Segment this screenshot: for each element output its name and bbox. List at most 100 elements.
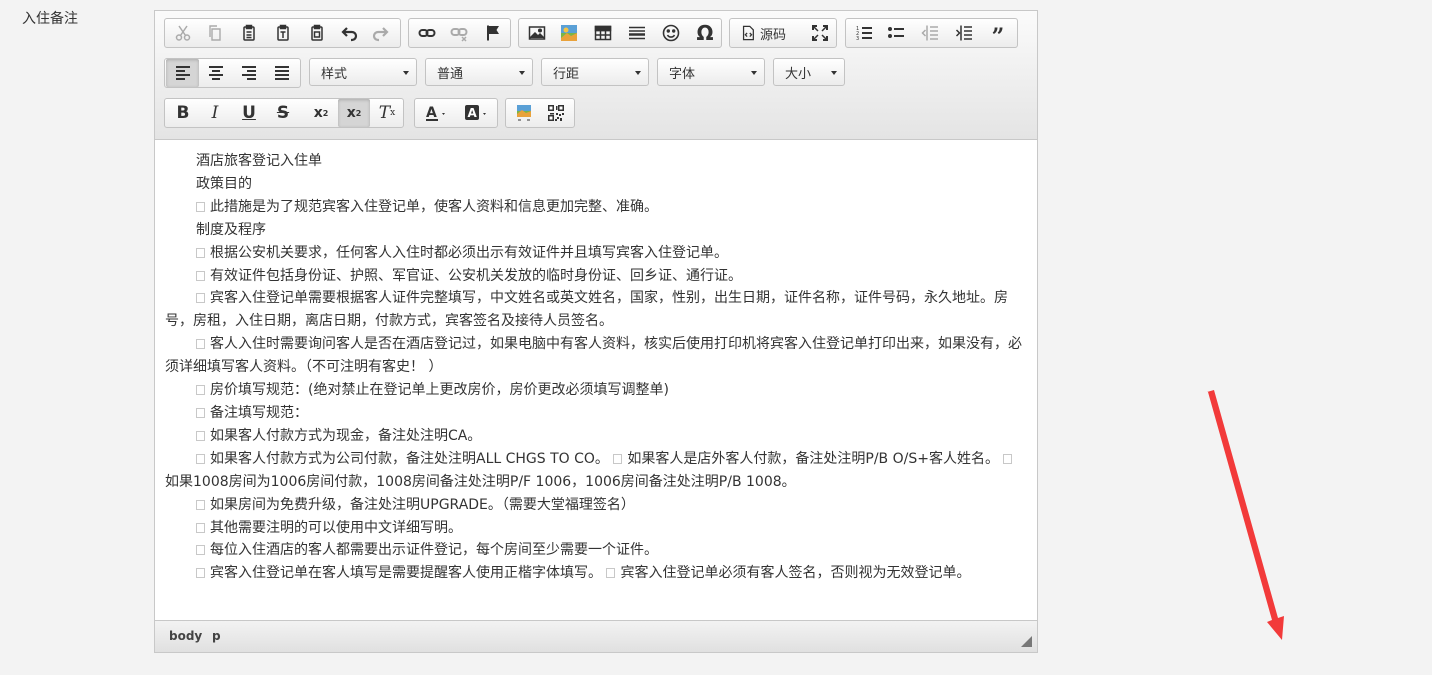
image-map-icon[interactable]: [508, 99, 540, 127]
line-height-select-label: 行距: [553, 66, 580, 82]
paste-icon[interactable]: [233, 19, 265, 47]
bullet-box-icon: [196, 407, 205, 418]
font-select-label: 字体: [669, 66, 696, 82]
size-select[interactable]: 大小: [773, 58, 845, 86]
bullet-box-icon: [1003, 453, 1013, 464]
list-indent-group: 123 ”: [845, 18, 1018, 50]
paste-text-icon[interactable]: [267, 19, 299, 47]
paste-word-icon[interactable]: [301, 19, 333, 47]
text-color-icon[interactable]: A: [417, 99, 457, 127]
bullet-box-icon: [196, 430, 205, 441]
rich-text-editor: Ω 源码 123 ” 样式 普通 行距 字体 大小 B I U S x 2 x …: [154, 10, 1038, 653]
redo-icon[interactable]: [365, 19, 397, 47]
paragraph: 有效证件包括身份证、护照、军官证、公安机关发放的临时身份证、回乡证、通行证。: [165, 265, 1027, 288]
bold-icon[interactable]: B: [167, 99, 199, 127]
svg-text:A: A: [468, 106, 478, 120]
maximize-icon[interactable]: [804, 19, 836, 47]
svg-text:3: 3: [856, 36, 859, 42]
paragraph: 宾客入住登记单在客人填写是需要提醒客人使用正楷字体填写。 宾客入住登记单必须有客…: [165, 562, 1027, 585]
editor-toolbar: Ω 源码 123 ” 样式 普通 行距 字体 大小 B I U S x 2 x …: [155, 11, 1037, 140]
font-select[interactable]: 字体: [657, 58, 765, 86]
purpose-heading: 政策目的: [196, 175, 252, 192]
bullet-box-icon: [196, 568, 205, 579]
element-path-p[interactable]: p: [212, 629, 221, 643]
source-icon: [742, 25, 754, 41]
outdent-icon[interactable]: [914, 19, 946, 47]
chevron-down-icon: [403, 71, 409, 75]
procedure-heading: 制度及程序: [196, 221, 266, 238]
resize-handle-icon[interactable]: [1021, 636, 1032, 647]
bullet-box-icon: [196, 545, 205, 556]
blockquote-icon[interactable]: ”: [982, 19, 1014, 50]
bullet-box-icon: [196, 270, 205, 281]
paragraph: 根据公安机关要求，任何客人入住时都必须出示有效证件并且填写宾客入住登记单。: [165, 242, 1027, 265]
flash-media-icon[interactable]: [553, 19, 585, 47]
paragraph: 如果客人付款方式为现金，备注处注明CA。: [165, 425, 1027, 448]
bullet-box-icon: [196, 385, 205, 396]
bullet-box-icon: [196, 522, 205, 533]
extra-group: [505, 98, 575, 128]
align-center-icon[interactable]: [200, 59, 232, 87]
paragraph: 客人入住时需要询问客人是否在酒店登记过，如果电脑中有客人资料，核实后使用打印机将…: [165, 336, 1022, 376]
superscript-icon[interactable]: x2: [338, 99, 370, 127]
paragraph: 房价填写规范：(绝对禁止在登记单上更改房价，房价更改必须填写调整单): [165, 379, 1027, 402]
clipboard-group: [164, 18, 401, 48]
paragraph: 其他需要注明的可以使用中文详细写明。: [165, 517, 1027, 540]
paragraph: 如果房间为免费升级，备注处注明UPGRADE。（需要大堂福理签名）: [165, 494, 1027, 517]
indent-icon[interactable]: [948, 19, 980, 47]
qrcode-icon[interactable]: [540, 99, 572, 127]
editor-statusbar: body p: [155, 620, 1037, 652]
anchor-flag-icon[interactable]: [477, 19, 509, 47]
insert-group: Ω: [518, 18, 722, 48]
cut-icon[interactable]: [167, 19, 199, 47]
chevron-down-icon: [635, 71, 641, 75]
content-title: 酒店旅客登记入住单: [196, 153, 322, 169]
format-select[interactable]: 普通: [425, 58, 533, 86]
undo-icon[interactable]: [333, 19, 365, 47]
bullet-box-icon: [196, 499, 205, 510]
underline-icon[interactable]: U: [233, 99, 265, 127]
source-label: 源码: [760, 27, 787, 43]
bullet-box-icon: [196, 201, 205, 212]
bullet-box-icon: [606, 568, 616, 579]
table-icon[interactable]: [587, 19, 619, 47]
line-height-select[interactable]: 行距: [541, 58, 649, 86]
italic-icon[interactable]: I: [199, 99, 231, 127]
copy-icon[interactable]: [199, 19, 231, 47]
paragraph: 备注填写规范：: [165, 402, 1027, 425]
align-left-icon[interactable]: [166, 59, 199, 87]
subscript-icon[interactable]: x2: [305, 99, 337, 127]
special-char-icon[interactable]: Ω: [689, 19, 721, 47]
image-icon[interactable]: [521, 19, 553, 47]
bullet-box-icon: [196, 453, 205, 464]
emoticon-icon[interactable]: [655, 19, 687, 47]
format-select-label: 普通: [437, 66, 464, 82]
chevron-down-icon: [751, 71, 757, 75]
size-select-label: 大小: [785, 66, 812, 82]
bulleted-list-icon[interactable]: [880, 19, 912, 47]
chevron-down-icon: [519, 71, 525, 75]
source-button[interactable]: 源码: [732, 19, 794, 47]
element-path-body[interactable]: body: [169, 629, 202, 643]
remove-format-icon[interactable]: Tx: [371, 99, 403, 127]
horizontal-line-icon[interactable]: [621, 19, 653, 47]
paragraph: 如果客人付款方式为公司付款，备注处注明ALL CHGS TO CO。 如果客人是…: [165, 448, 1027, 494]
unlink-icon[interactable]: [443, 19, 475, 47]
link-group: [408, 18, 511, 48]
bullet-box-icon: [196, 293, 205, 304]
justify-icon[interactable]: [266, 59, 298, 87]
svg-text:A: A: [426, 105, 437, 121]
style-select-label: 样式: [321, 66, 348, 82]
align-right-icon[interactable]: [233, 59, 265, 87]
editor-content[interactable]: 酒店旅客登记入住单 政策目的 此措施是为了规范宾客入住登记单，使客人资料和信息更…: [155, 140, 1037, 620]
align-group: [164, 58, 301, 88]
bullet-box-icon: [613, 453, 623, 464]
paragraph: 宾客入住登记单需要根据客人证件完整填写，中文姓名或英文姓名，国家，性别，出生日期…: [165, 290, 1008, 330]
field-label: 入住备注: [22, 11, 78, 27]
numbered-list-icon[interactable]: 123: [848, 19, 880, 47]
strikethrough-icon[interactable]: S: [267, 99, 299, 127]
background-color-icon[interactable]: A: [457, 99, 497, 127]
link-icon[interactable]: [411, 19, 443, 47]
paragraph: 此措施是为了规范宾客入住登记单，使客人资料和信息更加完整、准确。: [165, 196, 1027, 219]
style-select[interactable]: 样式: [309, 58, 417, 86]
